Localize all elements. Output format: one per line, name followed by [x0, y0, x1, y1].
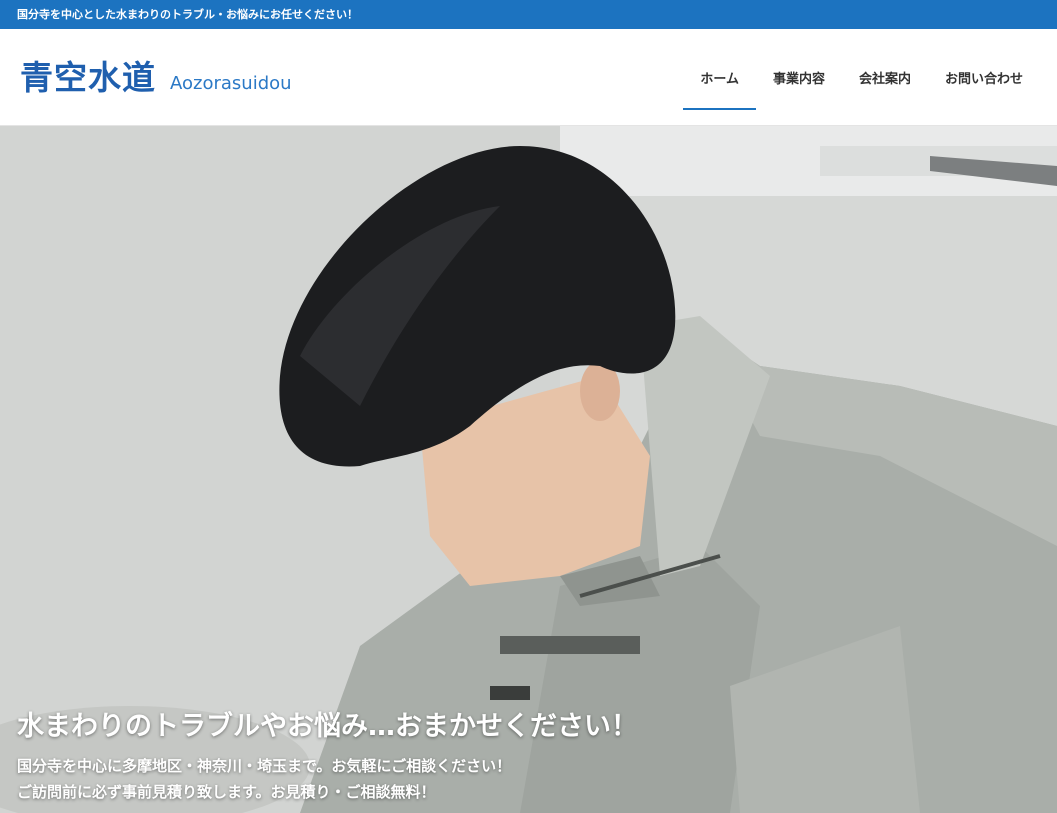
hero-section: 水まわりのトラブルやお悩み…おまかせください！ 国分寺を中心に多摩地区・神奈川・… — [0, 126, 1057, 813]
nav-home-label: ホーム — [700, 72, 739, 87]
hero-text-block: 水まわりのトラブルやお悩み…おまかせください！ 国分寺を中心に多摩地区・神奈川・… — [17, 704, 638, 805]
site-logo[interactable]: 青空水道 Aozorasuidou — [20, 51, 292, 99]
nav-company[interactable]: 会社案内 — [842, 58, 928, 98]
nav-services-label: 事業内容 — [772, 72, 825, 87]
hero-subtitle: 国分寺を中心に多摩地区・神奈川・埼玉まで。お気軽にご相談ください！ ご訪問前に必… — [17, 753, 638, 805]
site-header: 青空水道 Aozorasuidou ホーム 事業内容 会社案内 お問い合わせ — [0, 29, 1057, 126]
logo-english: Aozorasuidou — [170, 73, 292, 94]
nav-company-label: 会社案内 — [858, 72, 911, 87]
logo-japanese: 青空水道 — [20, 58, 156, 97]
nav-contact[interactable]: お問い合わせ — [928, 58, 1040, 98]
announcement-bar: 国分寺を中心とした水まわりのトラブル・お悩みにお任せください！ — [0, 0, 1057, 29]
nav-home[interactable]: ホーム — [683, 58, 756, 110]
announcement-text: 国分寺を中心とした水まわりのトラブル・お悩みにお任せください！ — [17, 8, 358, 21]
hero-subtitle-line2: ご訪問前に必ず事前見積り致します。お見積り・ご相談無料！ — [17, 783, 436, 801]
main-nav: ホーム 事業内容 会社案内 お問い合わせ — [683, 29, 1057, 126]
hero-subtitle-line1: 国分寺を中心に多摩地区・神奈川・埼玉まで。お気軽にご相談ください！ — [17, 757, 512, 775]
nav-contact-label: お問い合わせ — [944, 72, 1023, 87]
nav-services[interactable]: 事業内容 — [756, 58, 842, 98]
hero-title: 水まわりのトラブルやお悩み…おまかせください！ — [17, 711, 638, 742]
